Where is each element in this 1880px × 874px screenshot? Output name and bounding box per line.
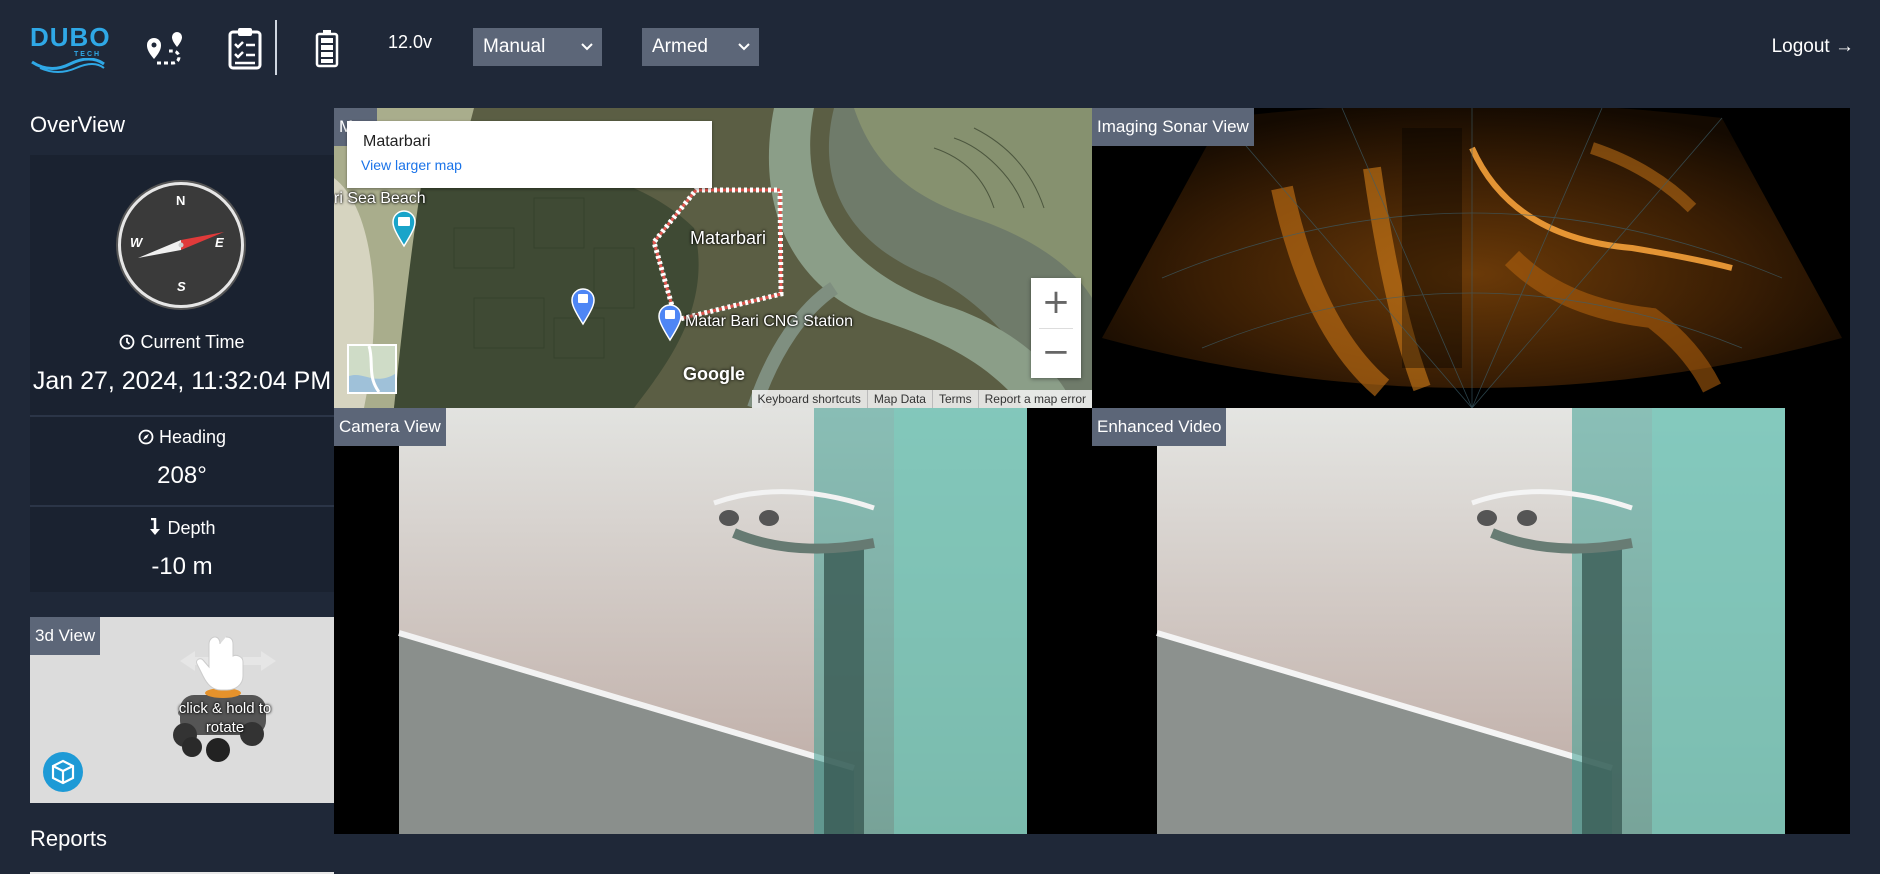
depth-value: -10 m: [151, 553, 213, 580]
compass-widget: N S E W: [118, 182, 244, 308]
logout-button[interactable]: Logout →: [1772, 36, 1854, 58]
top-bar: DUBO TECH 12.0v Manual Armed Logout →: [0, 0, 1880, 95]
compass-icon: [138, 429, 154, 450]
sonar-image: [1102, 108, 1842, 408]
current-time-label: Current Time: [30, 332, 334, 355]
divider: [30, 415, 334, 417]
zoom-in-button[interactable]: +: [1031, 278, 1081, 328]
map-layer-toggle[interactable]: [347, 344, 397, 394]
heading-label-text: Heading: [158, 427, 227, 447]
map-beach-label: ri Sea Beach: [334, 190, 426, 207]
clipboard-checklist-icon[interactable]: [222, 25, 268, 71]
sonar-view-label: Imaging Sonar View: [1092, 108, 1254, 146]
current-time-value: Jan 27, 2024, 11:32:04 PM: [32, 367, 332, 395]
camera-view-label: Camera View: [334, 408, 446, 446]
arrow-down-icon: [148, 517, 162, 541]
rotate-hint: click & hold to rotate: [178, 700, 272, 736]
camera-view-panel: Camera View: [334, 408, 1092, 834]
view-larger-map-link[interactable]: View larger map: [361, 157, 462, 173]
overview-title: OverView: [30, 112, 125, 137]
route-icon[interactable]: [143, 25, 189, 71]
terms-link[interactable]: Terms: [931, 390, 978, 408]
reports-title: Reports: [30, 826, 108, 851]
map-place-label: Matarbari: [690, 228, 767, 248]
enhanced-video-panel: Enhanced Video: [1092, 408, 1850, 834]
map-panel[interactable]: Map Matarbari View larger map Matarbari …: [334, 108, 1092, 408]
enhanced-feed-image: [1156, 408, 1785, 834]
map-station-label: Matar Bari CNG Station: [685, 313, 854, 330]
logo-text: DUBO: [30, 22, 111, 52]
battery-voltage: 12.0v: [388, 32, 433, 52]
camera-feed-image: [398, 408, 1027, 834]
mode-select-value: Manual: [483, 36, 546, 57]
chevron-down-icon: [580, 38, 594, 60]
compass-needle-icon: [138, 232, 224, 258]
map-attribution-bar: Keyboard shortcuts Map Data Terms Report…: [751, 390, 1092, 408]
map-zoom-control: + −: [1031, 278, 1081, 378]
keyboard-shortcuts-link[interactable]: Keyboard shortcuts: [752, 390, 867, 408]
map-layer-icon: [349, 345, 395, 393]
battery-icon: [310, 25, 344, 71]
map-data-link[interactable]: Map Data: [866, 390, 932, 408]
map-info-card: Matarbari View larger map: [347, 121, 712, 188]
cube-icon[interactable]: [43, 752, 83, 792]
dubo-tech-logo[interactable]: DUBO TECH: [30, 22, 111, 73]
mode-select[interactable]: Manual: [473, 28, 602, 66]
chevron-down-icon: [737, 38, 751, 60]
header-divider: [275, 20, 277, 75]
divider: [30, 505, 334, 507]
google-logo: Google: [683, 364, 745, 384]
logo-subtext: TECH: [74, 51, 102, 58]
depth-label-text: Depth: [167, 518, 216, 538]
overview-card: N S E W Current Time Jan 27, 2024, 11:32…: [30, 155, 334, 592]
clock-icon: [119, 334, 135, 355]
wave-icon: [31, 58, 105, 73]
arm-select-value: Armed: [652, 36, 708, 57]
zoom-out-button[interactable]: −: [1031, 328, 1081, 378]
heading-label: Heading: [30, 427, 334, 450]
report-map-error-link[interactable]: Report a map error: [977, 390, 1092, 408]
arm-select[interactable]: Armed: [642, 28, 759, 66]
3d-view-panel[interactable]: 3d View click & hold to rotate: [30, 617, 334, 803]
map-card-place: Matarbari: [363, 133, 431, 150]
heading-value: 208°: [157, 462, 207, 489]
current-time-label-text: Current Time: [140, 332, 245, 352]
imaging-sonar-panel: Imaging Sonar View: [1092, 108, 1850, 408]
depth-label: Depth: [30, 517, 334, 541]
enhanced-video-label: Enhanced Video: [1092, 408, 1227, 446]
